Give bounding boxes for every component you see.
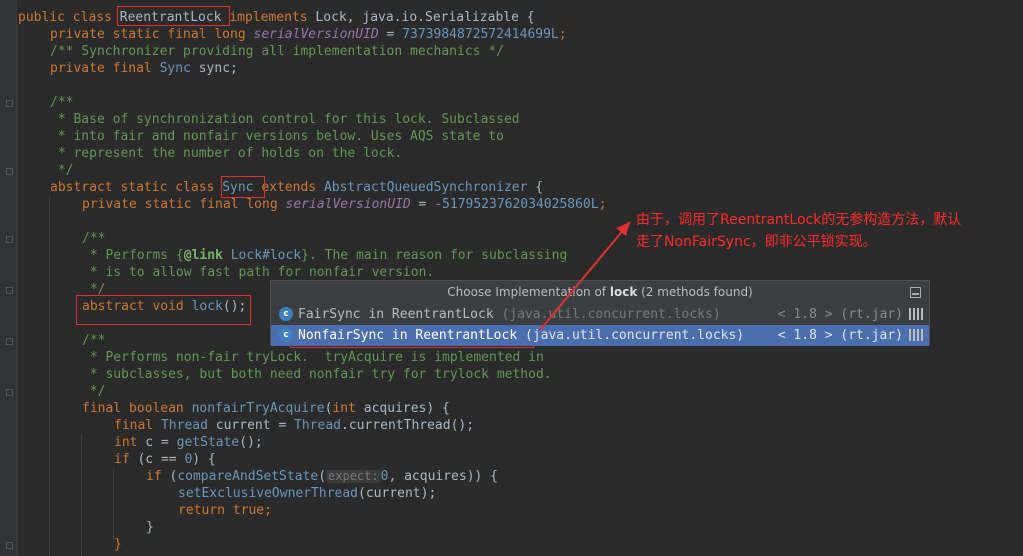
- annotation-text: 由于，调用了ReentrantLock的无参构造方法，默认 走了NonFairS…: [636, 212, 962, 250]
- annotation-arrow: [539, 221, 631, 331]
